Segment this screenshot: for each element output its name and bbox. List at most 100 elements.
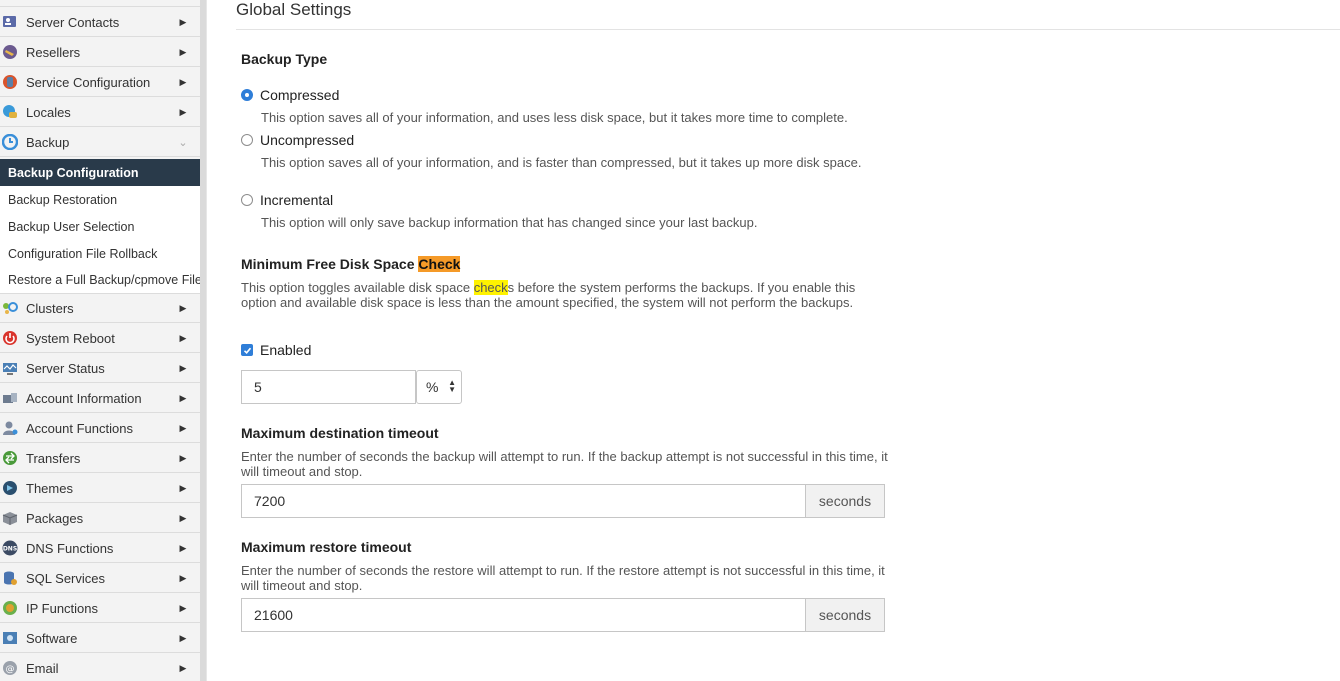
chevron-right-icon: ▶ xyxy=(179,602,187,613)
chevron-right-icon: ▶ xyxy=(179,46,187,57)
sidebar-item-label: Themes xyxy=(26,480,73,496)
sidebar-item-label: Packages xyxy=(26,510,84,526)
sidebar-item-sql-services[interactable]: SQL Services ▶ xyxy=(0,564,200,593)
sidebar-item-transfers[interactable]: Transfers ▶ xyxy=(0,444,200,473)
sidebar-item-label: SQL Services xyxy=(26,570,105,586)
sidebar-item-label: Account Information xyxy=(26,390,142,406)
sidebar-item-label: DNS Functions xyxy=(26,540,114,556)
search-highlight-current: Check xyxy=(418,256,461,272)
sidebar-item-label: Locales xyxy=(26,104,71,120)
radio-incremental-control[interactable] xyxy=(241,194,253,206)
resellers-icon xyxy=(2,44,18,60)
radio-compressed-label[interactable]: Compressed xyxy=(260,87,339,103)
main-content: Global Settings Backup Type Compressed T… xyxy=(214,0,1340,681)
min-free-disk-description: This option toggles available disk space… xyxy=(241,280,891,310)
chevron-right-icon: ▶ xyxy=(179,392,187,403)
sidebar-item-themes[interactable]: Themes ▶ xyxy=(0,474,200,503)
contacts-icon xyxy=(2,14,18,30)
sidebar-item-dns-functions[interactable]: DNS DNS Functions ▶ xyxy=(0,534,200,563)
sidebar-item-account-functions[interactable]: Account Functions ▶ xyxy=(0,414,200,443)
enabled-checkbox-row[interactable]: Enabled xyxy=(241,342,311,358)
chevron-right-icon: ▶ xyxy=(179,422,187,433)
radio-compressed-control[interactable] xyxy=(241,89,253,101)
sidebar-item-clusters[interactable]: Clusters ▶ xyxy=(0,294,200,323)
sidebar-item-account-information[interactable]: Account Information ▶ xyxy=(0,384,200,413)
restore-timeout-input[interactable]: 21600 xyxy=(241,598,806,632)
sidebar-item-label: Server Status xyxy=(26,360,105,376)
sidebar-item-partial[interactable] xyxy=(0,0,200,7)
sidebar-item-email[interactable]: @ Email ▶ xyxy=(0,654,200,681)
dns-icon-text: DNS xyxy=(3,546,17,553)
sidebar-subitem-backup-restoration[interactable]: Backup Restoration xyxy=(0,186,200,213)
clusters-icon xyxy=(2,300,18,316)
min-free-desc-pre: This option toggles available disk space xyxy=(241,280,474,295)
enabled-checkbox[interactable] xyxy=(241,344,253,356)
content-divider xyxy=(206,0,214,681)
search-highlight: check xyxy=(473,280,508,295)
sidebar-subitem-backup-user-selection[interactable]: Backup User Selection xyxy=(0,213,200,240)
radio-compressed[interactable]: Compressed xyxy=(241,87,339,103)
sidebar-item-ip-functions[interactable]: IP Functions ▶ xyxy=(0,594,200,623)
svg-text:@: @ xyxy=(6,665,15,675)
sidebar-item-system-reboot[interactable]: System Reboot ▶ xyxy=(0,324,200,353)
chevron-right-icon: ▶ xyxy=(179,106,187,117)
incremental-description: This option will only save backup inform… xyxy=(261,215,758,230)
min-free-disk-heading-text: Minimum Free Disk Space xyxy=(241,256,419,272)
title-divider xyxy=(236,29,1340,30)
sidebar-item-packages[interactable]: Packages ▶ xyxy=(0,504,200,533)
dns-icon: DNS xyxy=(2,540,18,556)
backup-icon xyxy=(2,134,18,150)
locales-icon xyxy=(2,104,18,120)
backup-type-heading: Backup Type xyxy=(241,51,328,67)
dest-timeout-description: Enter the number of seconds the backup w… xyxy=(241,449,888,479)
chevron-right-icon: ▶ xyxy=(179,512,187,523)
sidebar-item-server-contacts[interactable]: Server Contacts ▶ xyxy=(0,8,200,37)
sidebar-item-label: Email xyxy=(26,660,59,676)
chevron-right-icon: ▶ xyxy=(179,662,187,673)
dest-timeout-input[interactable]: 7200 xyxy=(241,484,806,518)
sidebar-item-label: Backup xyxy=(26,134,70,150)
email-icon: @ xyxy=(2,660,18,676)
check-icon xyxy=(243,347,251,354)
radio-uncompressed-control[interactable] xyxy=(241,134,253,146)
sidebar-item-server-status[interactable]: Server Status ▶ xyxy=(0,354,200,383)
chevron-right-icon: ▶ xyxy=(179,16,187,27)
account-functions-icon xyxy=(2,420,18,436)
sidebar-subitem-backup-configuration[interactable]: Backup Configuration xyxy=(0,159,200,186)
min-free-disk-heading: Minimum Free Disk Space Check xyxy=(241,256,461,272)
sidebar-subitem-restore-full-backup[interactable]: Restore a Full Backup/cpmove File xyxy=(0,267,200,294)
sidebar-item-service-configuration[interactable]: Service Configuration ▶ xyxy=(0,68,200,97)
server-status-icon xyxy=(2,360,18,376)
dest-timeout-unit: seconds xyxy=(805,484,885,518)
sidebar-item-label: Clusters xyxy=(26,300,74,316)
sidebar-item-backup[interactable]: Backup ⌄ xyxy=(0,128,200,157)
transfers-icon xyxy=(2,450,18,466)
compressed-description: This option saves all of your informatio… xyxy=(261,110,848,125)
radio-uncompressed[interactable]: Uncompressed xyxy=(241,132,354,148)
enabled-label[interactable]: Enabled xyxy=(260,342,311,358)
reboot-icon xyxy=(2,330,18,346)
chevron-right-icon: ▶ xyxy=(179,332,187,343)
sidebar-item-label: IP Functions xyxy=(26,600,99,616)
ip-icon xyxy=(2,600,18,616)
min-free-unit-value: % xyxy=(426,379,439,395)
chevron-right-icon: ▶ xyxy=(179,482,187,493)
sidebar-item-label: Transfers xyxy=(26,450,81,466)
uncompressed-description: This option saves all of your informatio… xyxy=(261,155,862,170)
page-title: Global Settings xyxy=(236,0,352,19)
chevron-right-icon: ▶ xyxy=(179,76,187,87)
radio-uncompressed-label[interactable]: Uncompressed xyxy=(260,132,354,148)
radio-incremental[interactable]: Incremental xyxy=(241,192,333,208)
themes-icon xyxy=(2,480,18,496)
radio-incremental-label[interactable]: Incremental xyxy=(260,192,333,208)
min-free-value-input[interactable]: 5 xyxy=(241,370,416,404)
sidebar-subitem-configuration-file-rollback[interactable]: Configuration File Rollback xyxy=(0,240,200,267)
min-free-unit-select[interactable]: % ▲ ▼ xyxy=(416,370,462,404)
sidebar-item-software[interactable]: Software ▶ xyxy=(0,624,200,653)
chevron-right-icon: ▶ xyxy=(179,302,187,313)
chevron-right-icon: ▶ xyxy=(179,632,187,643)
sidebar-item-label: Resellers xyxy=(26,44,81,60)
sidebar-item-locales[interactable]: Locales ▶ xyxy=(0,98,200,127)
sidebar-item-label: Software xyxy=(26,630,78,646)
sidebar-item-resellers[interactable]: Resellers ▶ xyxy=(0,38,200,67)
